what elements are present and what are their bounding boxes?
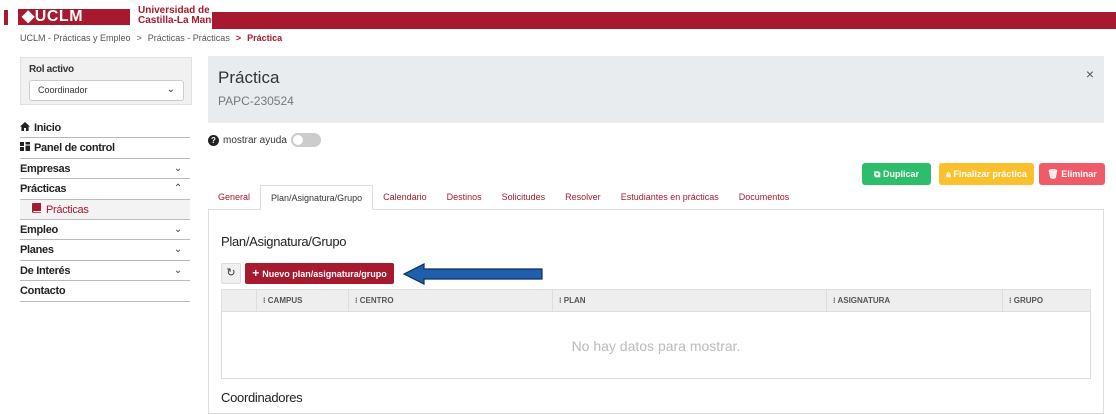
empty-message: No hay datos para mostrar. bbox=[571, 338, 741, 354]
question-icon: ? bbox=[208, 134, 219, 146]
sidebar-item-panel-de-control[interactable]: Panel de control bbox=[20, 138, 190, 159]
trash-icon: 🗑︎ bbox=[1047, 169, 1062, 179]
refresh-button[interactable]: ↻ bbox=[221, 263, 241, 284]
sidebar-item-empresas[interactable]: Empresas ⌄ bbox=[20, 159, 190, 180]
tab-plan-asignatura-grupo[interactable]: Plan/Asignatura/Grupo bbox=[260, 185, 374, 210]
page-header: Práctica PAPC-230524 × bbox=[208, 56, 1104, 123]
duplicate-button[interactable]: ⧉ Duplicar bbox=[862, 163, 931, 185]
page-title: Práctica bbox=[218, 68, 280, 87]
practice-code: PAPC-230524 bbox=[218, 94, 294, 108]
chevron-down-icon: ⌄ bbox=[173, 223, 182, 235]
tab-content: Plan/Asignatura/Grupo ↻ + Nuevo plan/asig… bbox=[208, 210, 1104, 414]
breadcrumb-item[interactable]: Prácticas - Prácticas bbox=[148, 33, 230, 43]
chevron-up-icon: ⌃ bbox=[173, 183, 182, 195]
sidebar-item-planes[interactable]: Planes ⌄ bbox=[20, 240, 190, 261]
sidebar-subitem-practicas[interactable]: Prácticas bbox=[20, 199, 190, 221]
chevron-down-icon: ⌄ bbox=[173, 264, 182, 276]
tab-resolver[interactable]: Resolver bbox=[555, 185, 611, 209]
column-header-grupo[interactable]: ⁝ GRUPO bbox=[1002, 290, 1043, 312]
uclm-logo[interactable]: ◆UCLM bbox=[18, 9, 130, 25]
tab-bar: General Plan/Asignatura/Grupo Calendario… bbox=[208, 185, 1104, 210]
column-header-campus[interactable]: ⁝ CAMPUS bbox=[256, 290, 302, 312]
data-grid: ⁝ CAMPUS ⁝ CENTRO ⁝ PLAN ⁝ ASIGNATURA ⁝ … bbox=[221, 289, 1091, 379]
top-bar: ◆UCLM Universidad de Castilla-La Mancha bbox=[0, 0, 1116, 30]
chevron-down-icon: ⌄ bbox=[173, 162, 182, 174]
help-toggle-row: ? mostrar ayuda bbox=[208, 133, 321, 147]
tab-destinos[interactable]: Destinos bbox=[436, 185, 492, 209]
header-red-bar bbox=[212, 12, 1116, 29]
plus-icon: + bbox=[252, 266, 260, 280]
help-toggle[interactable] bbox=[290, 133, 321, 147]
sidebar-item-contacto[interactable]: Contacto bbox=[20, 281, 190, 302]
home-icon bbox=[20, 119, 34, 139]
annotation-arrow bbox=[402, 263, 543, 285]
sidebar-item-de-interes[interactable]: De Interés ⌄ bbox=[20, 261, 190, 282]
breadcrumb-item[interactable]: UCLM - Prácticas y Empleo bbox=[20, 33, 131, 43]
delete-button[interactable]: 🗑︎ Eliminar bbox=[1039, 163, 1105, 185]
column-header-asignatura[interactable]: ⁝ ASIGNATURA bbox=[826, 290, 890, 312]
breadcrumb-current: Práctica bbox=[247, 33, 283, 43]
sidebar: Inicio Panel de control Empresas ⌄ Práct… bbox=[20, 118, 190, 302]
book-icon bbox=[32, 201, 46, 221]
coordinators-title: Coordinadores bbox=[221, 390, 303, 405]
tab-calendario[interactable]: Calendario bbox=[373, 185, 437, 209]
sidebar-item-empleo[interactable]: Empleo ⌄ bbox=[20, 220, 190, 241]
tab-estudiantes-en-practicas[interactable]: Estudiantes en prácticas bbox=[610, 185, 729, 209]
toggle-knob bbox=[292, 135, 303, 145]
column-header-plan[interactable]: ⁝ PLAN bbox=[552, 290, 586, 312]
refresh-icon: ↻ bbox=[226, 267, 236, 279]
section-title: Plan/Asignatura/Grupo bbox=[221, 234, 347, 249]
dashboard-icon bbox=[20, 139, 34, 159]
help-label: mostrar ayuda bbox=[223, 134, 287, 146]
grid-header: ⁝ CAMPUS ⁝ CENTRO ⁝ PLAN ⁝ ASIGNATURA ⁝ … bbox=[222, 290, 1090, 312]
chevron-down-icon: ⌄ bbox=[173, 244, 182, 256]
column-header-centro[interactable]: ⁝ CENTRO bbox=[348, 290, 394, 312]
tab-general[interactable]: General bbox=[208, 185, 261, 209]
active-role-label: Rol activo bbox=[29, 64, 74, 75]
copy-icon: ⧉ bbox=[874, 169, 883, 179]
chevron-down-icon: ⌄ bbox=[166, 84, 175, 95]
sidebar-item-inicio[interactable]: Inicio bbox=[20, 118, 190, 139]
role-select[interactable]: Coordinador ⌄ bbox=[29, 80, 184, 101]
close-icon[interactable]: × bbox=[1086, 66, 1094, 82]
sidebar-item-practicas[interactable]: Prácticas ⌃ bbox=[20, 179, 190, 200]
tab-solicitudes[interactable]: Solicitudes bbox=[491, 185, 556, 209]
menu-stripe[interactable] bbox=[4, 10, 8, 25]
breadcrumb: UCLM - Prácticas y Empleo > Prácticas - Pr… bbox=[20, 33, 283, 43]
tab-documentos[interactable]: Documentos bbox=[728, 185, 800, 209]
active-role-panel: Rol activo Coordinador ⌄ bbox=[20, 57, 192, 105]
finish-practice-button[interactable]: 🔒︎ Finalizar práctica bbox=[939, 163, 1034, 185]
add-plan-button[interactable]: + Nuevo plan/asignatura/grupo bbox=[245, 263, 394, 284]
